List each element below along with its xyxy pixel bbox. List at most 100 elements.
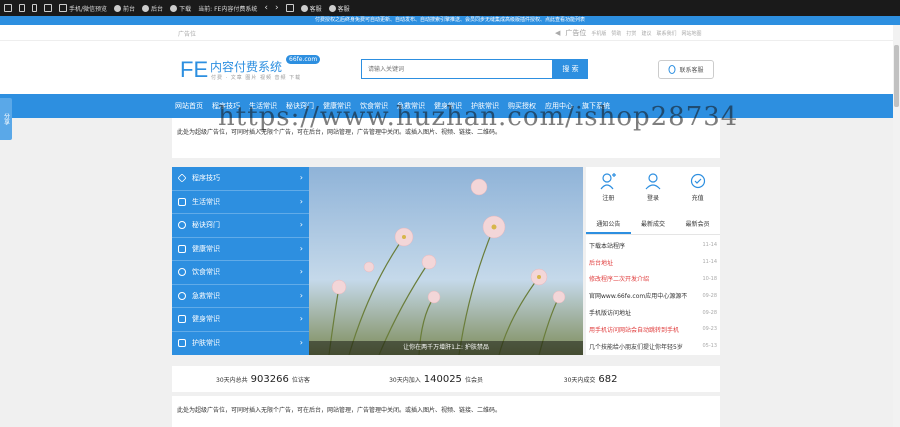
- login-link[interactable]: 登录: [645, 172, 661, 213]
- qrcode-icon: [59, 4, 67, 12]
- phone-icon[interactable]: [32, 4, 37, 12]
- home-icon: [114, 4, 122, 12]
- list-item[interactable]: 后台地址 11-14: [589, 254, 717, 271]
- ad-left[interactable]: 广告位: [178, 29, 196, 38]
- tab-latest-deals[interactable]: 最新成交: [631, 215, 676, 234]
- tab-announcements[interactable]: 通知公告: [586, 215, 631, 234]
- list-item[interactable]: 几个技能给小朋友们提让你年轻5岁 05-13: [589, 338, 717, 355]
- register-link[interactable]: 注册: [600, 172, 617, 213]
- category-fitness[interactable]: 健身常识 ›: [172, 308, 309, 332]
- list-item[interactable]: 用手机访问网站会自动跳转到手机 09-23: [589, 321, 717, 338]
- nav-tips[interactable]: 秘诀窍门: [286, 101, 314, 111]
- nav-home[interactable]: 网站首页: [175, 101, 203, 111]
- top-link-sitemap[interactable]: 网站地图: [681, 30, 701, 37]
- nav-health[interactable]: 健康常识: [323, 101, 351, 111]
- category-health[interactable]: 健康常识 ›: [172, 238, 309, 261]
- ad-text-bottom[interactable]: 此处为超级广告位，可同时插入无限个广告，可在后台，网站管理，广告管理中关闭。或插…: [172, 396, 720, 427]
- logo-badge: 66fe.com: [286, 55, 321, 64]
- chevron-right-icon: ›: [299, 173, 303, 182]
- notice-bar[interactable]: 付费授权之后终身免费可自动更新、自动发布、自动搜索引擎推送、会员同步无缝集成高级…: [0, 16, 900, 25]
- category-firstaid[interactable]: 急救常识 ›: [172, 285, 309, 308]
- share-tab[interactable]: 分享: [0, 98, 12, 140]
- page-scrollbar[interactable]: [893, 25, 900, 427]
- banner-slideshow[interactable]: 让你在两千万增肝1上: 护肤禁品: [309, 167, 583, 355]
- laptop-icon[interactable]: [44, 4, 52, 12]
- list-item[interactable]: 下载本站程序 11-14: [589, 237, 717, 254]
- close-icon[interactable]: [285, 4, 294, 12]
- logo-title[interactable]: 内容付费系统: [210, 58, 282, 75]
- category-diet[interactable]: 饮食常识 ›: [172, 261, 309, 285]
- next-arrow-icon[interactable]: ›: [275, 3, 279, 13]
- logo-mark[interactable]: FE: [180, 57, 208, 83]
- search-input[interactable]: [361, 59, 553, 79]
- diamond-icon: [177, 173, 187, 183]
- chevron-right-icon: ›: [299, 314, 303, 323]
- contact-service-button[interactable]: 联系客服: [658, 60, 714, 79]
- chevron-right-icon: ›: [299, 337, 303, 347]
- frontend-button[interactable]: 前台: [114, 4, 135, 13]
- badge-check-icon: [690, 173, 705, 189]
- category-tips[interactable]: 秘诀窍门 ›: [172, 214, 309, 238]
- download-icon: [170, 4, 178, 12]
- category-life[interactable]: 生活常识 ›: [172, 191, 309, 214]
- top-link-sponsor[interactable]: 赞助: [611, 30, 621, 37]
- user-icon: [645, 173, 661, 190]
- category-menu: 程序技巧 › 生活常识 › 秘诀窍门 › 健康常识 › 饮食常识 › 急救常识 › 健身常识…: [172, 167, 309, 355]
- banner-caption[interactable]: 让你在两千万增肝1上: 护肤禁品: [309, 341, 583, 355]
- megaphone-icon: ◀: [555, 29, 561, 37]
- stat-deals: 30天内成交 682: [563, 373, 618, 385]
- chevron-right-icon: ›: [299, 196, 303, 206]
- nav-firstaid[interactable]: 急救常识: [397, 101, 425, 111]
- tab-latest-members[interactable]: 最新会员: [675, 215, 720, 234]
- nav-systems[interactable]: 旗下系统: [582, 101, 610, 111]
- nav-life[interactable]: 生活常识: [249, 101, 277, 111]
- list-item[interactable]: 手机版访问地址 09-28: [589, 304, 717, 321]
- category-programming[interactable]: 程序技巧 ›: [172, 167, 309, 191]
- ad-right-title[interactable]: 广告位: [565, 28, 586, 38]
- nav-fitness[interactable]: 健身常识: [434, 101, 462, 111]
- category-skincare[interactable]: 护肤常识 ›: [172, 332, 309, 356]
- top-link-suggest[interactable]: 建议: [641, 30, 651, 37]
- top-link-contact[interactable]: 联系我们: [656, 30, 676, 37]
- qq-icon: [300, 4, 308, 12]
- nav-skincare[interactable]: 护肤常识: [471, 101, 499, 111]
- backend-button[interactable]: 后台: [142, 4, 163, 13]
- qq-service-button-1[interactable]: 客服: [300, 4, 322, 13]
- chevron-right-icon: ›: [299, 267, 303, 276]
- list-item[interactable]: 修改程序二次开发介绍 10-18: [589, 271, 717, 288]
- search-button[interactable]: 搜 索: [553, 59, 588, 79]
- nav-programming[interactable]: 程序技巧: [212, 101, 240, 111]
- ad-right: ◀ 广告位 手机版 赞助 打赏 建议 联系我们 网站地图: [555, 28, 701, 38]
- lock-icon: [142, 4, 150, 12]
- nav-appcenter[interactable]: 应用中心: [545, 101, 573, 111]
- ad-bar: 广告位 ◀ 广告位 手机版 赞助 打赏 建议 联系我们 网站地图: [0, 25, 900, 41]
- quick-links: 注册 登录 充值: [586, 167, 720, 213]
- wechat-preview-button[interactable]: 手机/微信预览: [59, 4, 107, 13]
- recharge-link[interactable]: 充值: [690, 172, 706, 213]
- chat-icon: [178, 291, 186, 300]
- nav-diet[interactable]: 饮食常识: [360, 101, 388, 111]
- nav-license[interactable]: 购买授权: [508, 101, 536, 111]
- top-toolbar: 手机/微信预览 前台 后台 下载 当前: FE内容付费系统 ‹ › 客服 客服: [0, 0, 900, 16]
- user-plus-icon: [600, 173, 617, 190]
- stat-visitors: 30天内总共 903266 位访客: [216, 373, 310, 385]
- check-circle-icon: [178, 221, 186, 230]
- current-site: 当前: FE内容付费系统: [198, 5, 258, 13]
- folder-icon: [178, 315, 186, 324]
- site-header: FE 内容付费系统 66fe.com 付费 · 文章 图片 视频 音频 下载 搜…: [0, 41, 900, 94]
- prev-arrow-icon[interactable]: ‹: [264, 3, 268, 13]
- logo-subtitle: 付费 · 文章 图片 视频 音频 下载: [211, 75, 302, 81]
- ad-text-top[interactable]: 此处为超级广告位，可同时插入无限个广告，可在后台，网站管理，广告管理中关闭。或插…: [172, 118, 720, 158]
- list-item[interactable]: 官网www.66fe.com应用中心源源不 09-28: [589, 287, 717, 304]
- news-list: 下载本站程序 11-14 后台地址 11-14 修改程序二次开发介绍 10-18 官网…: [586, 235, 720, 357]
- image-icon: [178, 244, 186, 253]
- desktop-icon[interactable]: [4, 4, 12, 12]
- top-link-mobile[interactable]: 手机版: [591, 30, 606, 37]
- download-button[interactable]: 下载: [170, 4, 191, 13]
- tablet-icon[interactable]: [19, 4, 25, 12]
- qq-service-button-2[interactable]: 客服: [328, 4, 350, 13]
- flower-photo: [309, 167, 583, 355]
- scrollbar-thumb[interactable]: [894, 45, 899, 107]
- top-link-tip[interactable]: 打赏: [626, 30, 636, 37]
- stat-members: 30天内加入 140025 位会员: [389, 373, 483, 385]
